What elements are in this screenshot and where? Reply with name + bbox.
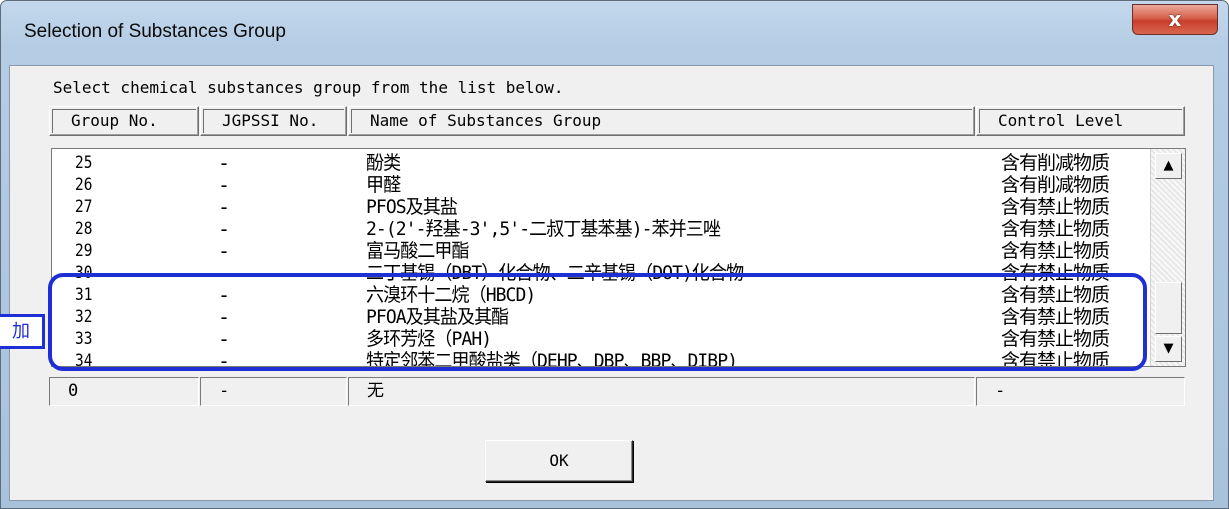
control-level-cell: 含有禁止物质 xyxy=(1001,328,1110,350)
control-level-cell: 含有禁止物质 xyxy=(1001,284,1110,306)
scroll-down-button[interactable]: ▼ xyxy=(1155,336,1182,362)
list-item[interactable]: 29 - 富马酸二甲酯 含有禁止物质 xyxy=(52,240,1148,262)
control-level-cell: 含有削减物质 xyxy=(1001,174,1110,196)
selected-group-no: 0 xyxy=(49,377,199,406)
column-header-label: JGPSSI No. xyxy=(203,109,344,133)
list-item[interactable]: 33 - 多环芳烃（PAH) 含有禁止物质 xyxy=(52,328,1148,350)
title-bar[interactable]: Selection of Substances Group x xyxy=(1,1,1228,65)
column-header-control-level[interactable]: Control Level xyxy=(976,106,1185,136)
jgpssi-no-cell: - xyxy=(218,173,231,197)
list-item[interactable]: 28 - 2-(2'-羟基-3',5'-二叔丁基苯基)-苯并三唑 含有禁止物质 xyxy=(52,218,1148,240)
group-no-cell: 30 xyxy=(75,263,93,283)
list-item[interactable]: 34 - 特定邻苯二甲酸盐类（DEHP、DBP、BBP、DIBP) 含有禁止物质 xyxy=(52,349,1148,367)
arrow-down-icon: ▼ xyxy=(1163,341,1174,356)
substance-name-cell: 多环芳烃（PAH) xyxy=(366,328,492,350)
arrow-up-icon: ▲ xyxy=(1163,158,1174,173)
control-level-cell: 含有禁止物质 xyxy=(1001,240,1110,262)
vertical-scrollbar[interactable]: ▲ ▼ xyxy=(1150,149,1185,366)
column-header-label: Control Level xyxy=(979,109,1182,133)
jgpssi-no-cell: - xyxy=(218,151,231,175)
list-item[interactable]: 31 - 六溴环十二烷（HBCD) 含有禁止物质 xyxy=(52,284,1148,306)
control-level-cell: 含有禁止物质 xyxy=(1001,196,1110,218)
dialog-window: Selection of Substances Group x Select c… xyxy=(0,0,1229,509)
substance-name-cell: 六溴环十二烷（HBCD) xyxy=(366,284,536,306)
column-header-label: Name of Substances Group xyxy=(351,109,972,133)
close-icon: x xyxy=(1168,7,1182,31)
control-level-cell: 含有禁止物质 xyxy=(1001,262,1110,284)
group-no-cell: 25 xyxy=(75,153,93,173)
substance-name-cell: 特定邻苯二甲酸盐类（DEHP、DBP、BBP、DIBP) xyxy=(366,350,738,367)
dialog-client-area: Select chemical substances group from th… xyxy=(9,65,1214,501)
jgpssi-no-cell: - xyxy=(218,283,231,307)
jgpssi-no-cell: - xyxy=(218,217,231,241)
ok-button[interactable]: OK xyxy=(485,440,633,482)
column-header-group-no[interactable]: Group No. xyxy=(49,106,199,136)
close-button[interactable]: x xyxy=(1132,4,1218,35)
selected-substance-name: 无 xyxy=(348,377,975,406)
column-header-jgpssi-no[interactable]: JGPSSI No. xyxy=(200,106,347,136)
substance-name-cell: PFOA及其盐及其酯 xyxy=(366,306,509,328)
group-no-cell: 28 xyxy=(75,219,93,239)
list-item[interactable]: 27 - PFOS及其盐 含有禁止物质 xyxy=(52,196,1148,218)
scroll-thumb[interactable] xyxy=(1155,282,1182,334)
annotation-callout: 加 xyxy=(0,314,45,349)
control-level-cell: 含有禁止物质 xyxy=(1001,350,1110,367)
column-header-label: Group No. xyxy=(52,109,196,133)
group-no-cell: 32 xyxy=(75,307,93,327)
group-no-cell: 33 xyxy=(75,329,93,349)
selected-jgpssi-no: - xyxy=(200,377,347,406)
group-no-cell: 26 xyxy=(75,175,93,195)
jgpssi-no-cell: - xyxy=(218,239,231,263)
substance-name-cell: 二丁基锡（DBT）化合物、二辛基锡（DOT)化合物 xyxy=(366,262,744,284)
selected-control-level: - xyxy=(976,377,1185,406)
jgpssi-no-cell: - xyxy=(218,327,231,351)
jgpssi-no-cell: - xyxy=(218,349,231,367)
jgpssi-no-cell: - xyxy=(218,305,231,329)
list-item[interactable]: 26 - 甲醛 含有削减物质 xyxy=(52,174,1148,196)
group-no-cell: 29 xyxy=(75,241,93,261)
substance-name-cell: PFOS及其盐 xyxy=(366,196,458,218)
window-title: Selection of Substances Group xyxy=(24,21,286,42)
substance-name-cell: 酚类 xyxy=(366,152,401,174)
control-level-cell: 含有禁止物质 xyxy=(1001,306,1110,328)
jgpssi-no-cell: - xyxy=(218,195,231,219)
substance-name-cell: 甲醛 xyxy=(366,174,401,196)
jgpssi-no-cell: - xyxy=(218,261,231,285)
group-no-cell: 31 xyxy=(75,285,93,305)
scroll-up-button[interactable]: ▲ xyxy=(1155,153,1182,179)
group-no-cell: 27 xyxy=(75,197,93,217)
control-level-cell: 含有削减物质 xyxy=(1001,152,1110,174)
substance-name-cell: 富马酸二甲酯 xyxy=(366,240,470,262)
substances-listbox[interactable]: 25 - 酚类 含有削减物质 26 - 甲醛 含有削减物质 27 - PFOS及… xyxy=(51,148,1186,367)
list-item[interactable]: 25 - 酚类 含有削减物质 xyxy=(52,152,1148,174)
control-level-cell: 含有禁止物质 xyxy=(1001,218,1110,240)
substance-name-cell: 2-(2'-羟基-3',5'-二叔丁基苯基)-苯并三唑 xyxy=(366,218,721,240)
list-item[interactable]: 32 - PFOA及其盐及其酯 含有禁止物质 xyxy=(52,306,1148,328)
column-header-name[interactable]: Name of Substances Group xyxy=(348,106,975,136)
group-no-cell: 34 xyxy=(75,351,93,367)
instruction-text: Select chemical substances group from th… xyxy=(53,78,564,97)
list-item[interactable]: 30 - 二丁基锡（DBT）化合物、二辛基锡（DOT)化合物 含有禁止物质 xyxy=(52,262,1148,284)
